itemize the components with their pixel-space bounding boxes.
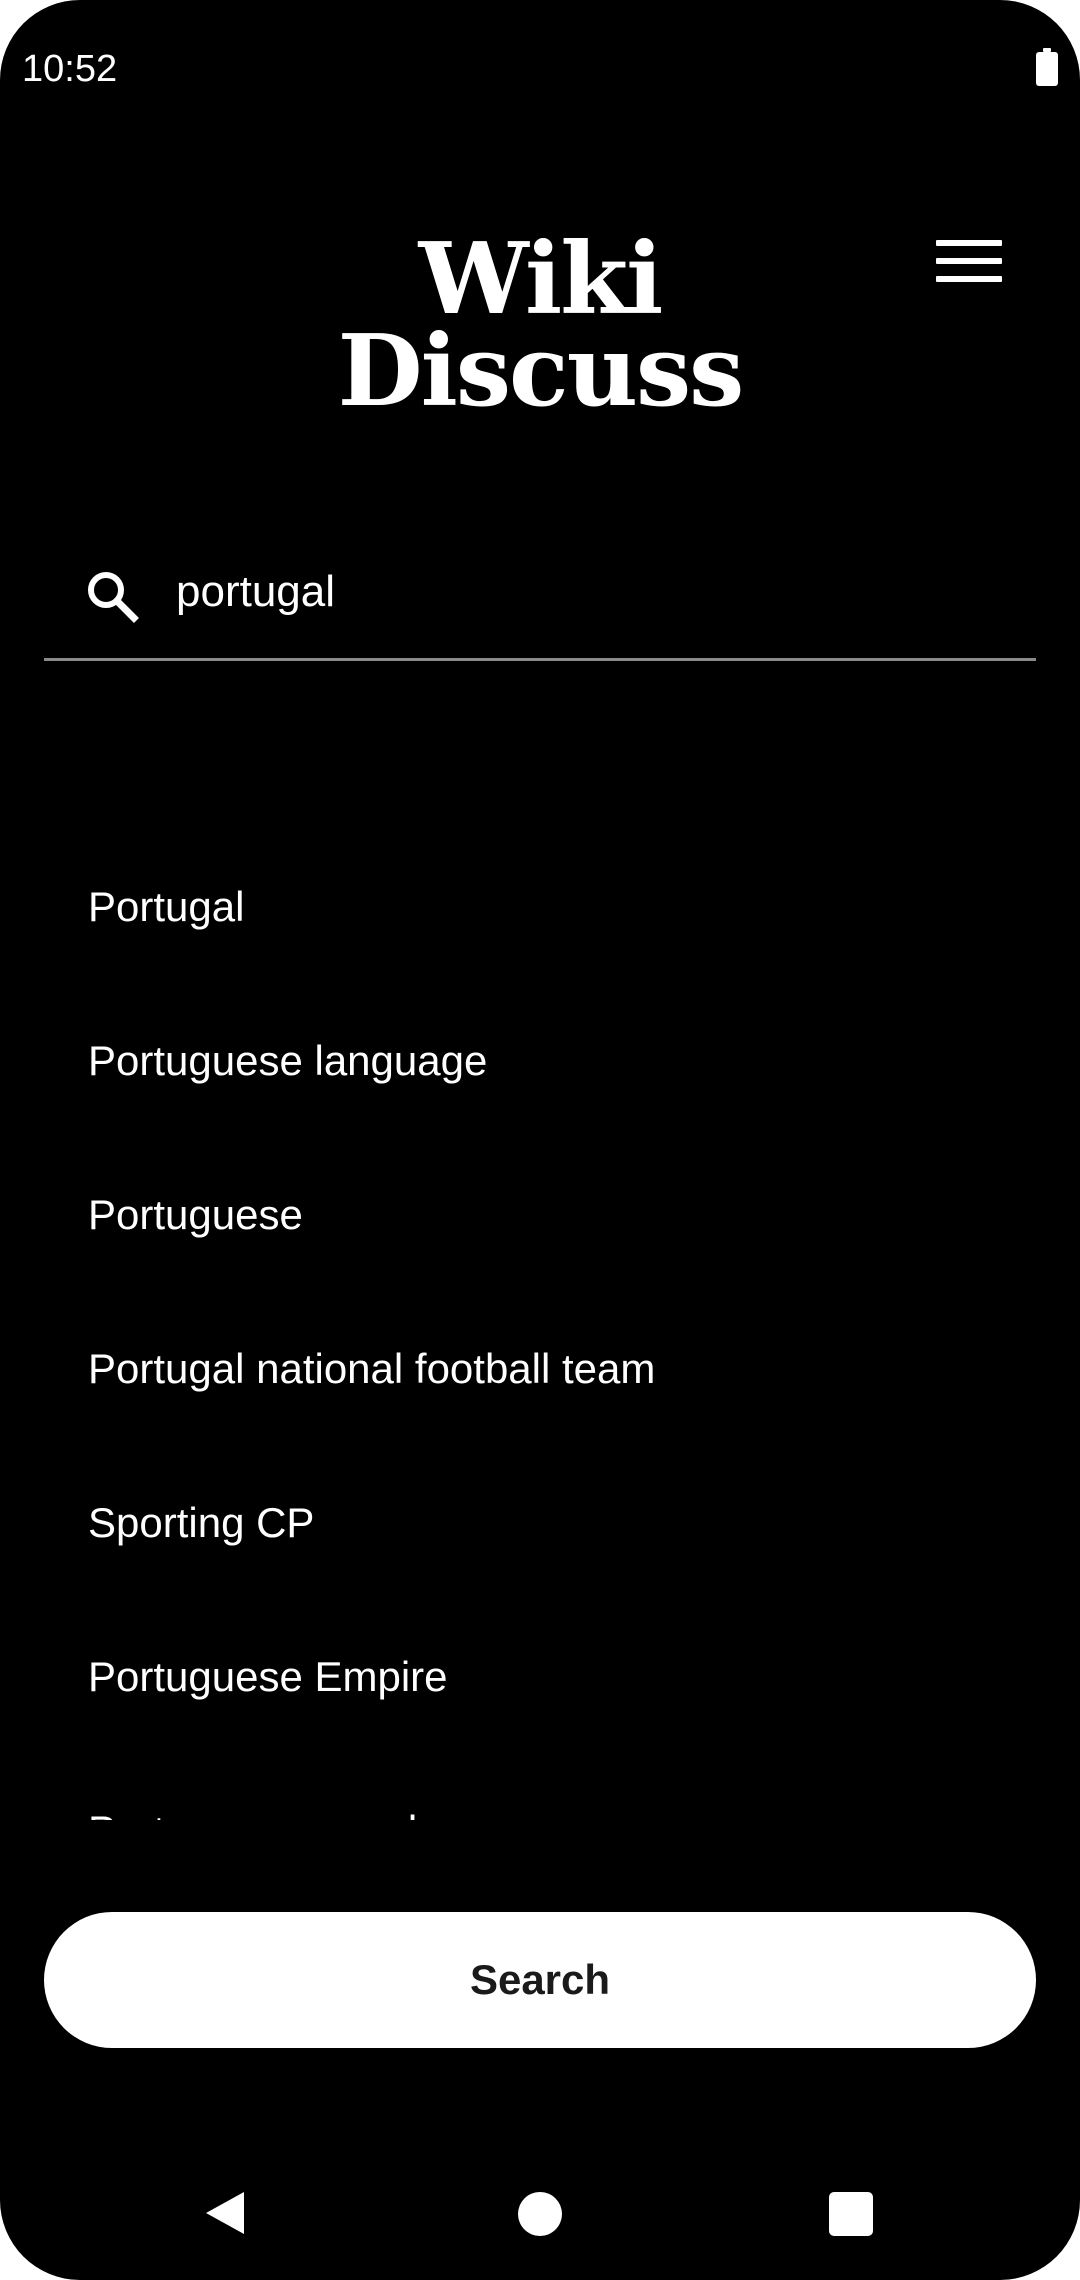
logo-line-wiki: Wiki	[418, 222, 664, 337]
suggestion-item[interactable]: Portuguese people	[0, 1754, 1080, 1820]
suggestion-item[interactable]: Portugal national football team	[0, 1292, 1080, 1446]
suggestion-item[interactable]: Sporting CP	[0, 1446, 1080, 1600]
suggestion-item[interactable]: Portuguese	[0, 1138, 1080, 1292]
suggestion-list: Portugal Portuguese language Portuguese …	[0, 830, 1080, 1820]
back-triangle-icon[interactable]	[200, 2188, 250, 2238]
search-field	[44, 540, 1036, 661]
search-icon	[88, 572, 139, 623]
suggestion-item[interactable]: Portuguese Empire	[0, 1600, 1080, 1754]
suggestion-item[interactable]: Portuguese language	[0, 984, 1080, 1138]
status-time: 10:52	[22, 48, 118, 90]
search-input[interactable]	[176, 556, 996, 628]
logo-line-discuss: Discuss	[337, 314, 745, 429]
search-button[interactable]: Search	[44, 1912, 1036, 2048]
app-screen: 10:52 Wiki Discuss Portugal Portuguese l…	[0, 0, 1080, 2280]
app-logo: Wiki Discuss	[0, 222, 1080, 429]
battery-icon	[1036, 48, 1058, 86]
recents-square-icon[interactable]	[829, 2192, 873, 2236]
hamburger-menu-icon[interactable]	[930, 236, 1008, 292]
suggestion-item[interactable]: Portugal	[0, 830, 1080, 984]
home-circle-icon[interactable]	[518, 2192, 562, 2236]
search-underline	[44, 658, 1036, 661]
